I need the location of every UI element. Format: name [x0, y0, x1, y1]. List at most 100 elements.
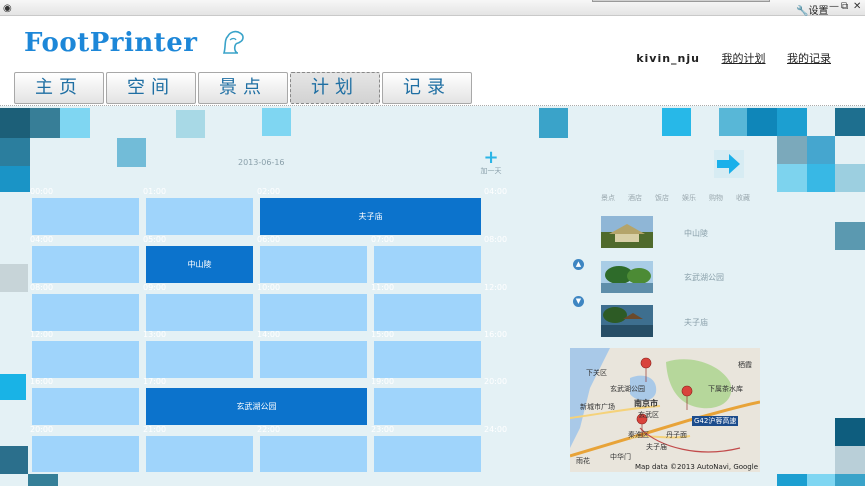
- hour-label: 17:00: [143, 377, 167, 386]
- event-block[interactable]: 玄武湖公园: [146, 388, 367, 425]
- my-plans-link[interactable]: 我的计划: [722, 52, 766, 65]
- tab-plan[interactable]: 计划: [290, 72, 380, 104]
- arrow-right-icon[interactable]: [714, 150, 744, 178]
- filter-favorites[interactable]: 收藏: [736, 193, 763, 203]
- time-slot[interactable]: [32, 198, 139, 235]
- filter-restaurants[interactable]: 饭店: [655, 193, 682, 203]
- username[interactable]: kivin_nju: [636, 52, 700, 65]
- hour-label: 08:00: [484, 235, 508, 244]
- time-slot[interactable]: [32, 246, 139, 283]
- tab-home[interactable]: 主页: [14, 72, 104, 104]
- hour-label: 00:00: [30, 187, 54, 196]
- category-filters: 景点 酒店 饭店 娱乐 购物 收藏: [601, 193, 763, 203]
- hour-label: 12:00: [30, 330, 54, 339]
- chevron-up-icon[interactable]: ▲: [573, 259, 584, 270]
- time-slot[interactable]: [32, 294, 139, 331]
- hour-label: 24:00: [484, 425, 508, 434]
- time-slot[interactable]: [146, 198, 253, 235]
- map-label: 下属茶水库: [708, 385, 743, 393]
- time-slot[interactable]: [146, 341, 253, 378]
- time-slot[interactable]: [374, 246, 481, 283]
- map-label: 中华门: [610, 453, 631, 461]
- settings-button[interactable]: 🔧设置: [796, 2, 828, 17]
- event-block[interactable]: 夫子庙: [260, 198, 481, 235]
- attraction-name[interactable]: 玄武湖公园: [684, 272, 724, 283]
- filter-hotels[interactable]: 酒店: [628, 193, 655, 203]
- minimize-button[interactable]: —: [829, 1, 839, 12]
- tab-space[interactable]: 空间: [106, 72, 196, 104]
- tab-attractions[interactable]: 景点: [198, 72, 288, 104]
- hour-label: 19:00: [371, 377, 395, 386]
- event-block[interactable]: 中山陵: [146, 246, 253, 283]
- hour-label: 09:00: [143, 283, 167, 292]
- attraction-thumbnail[interactable]: [601, 305, 653, 337]
- time-slot[interactable]: [260, 341, 367, 378]
- attraction-name[interactable]: 夫子庙: [684, 317, 708, 328]
- time-slot[interactable]: [374, 436, 481, 472]
- add-day-button[interactable]: + 加一天: [478, 147, 504, 176]
- map-label: 新城市广场: [580, 403, 615, 411]
- logo-text: FootPrinter: [24, 28, 198, 58]
- map-label: 栖霞: [738, 361, 752, 369]
- plus-icon: +: [483, 147, 499, 168]
- time-slot[interactable]: [260, 294, 367, 331]
- time-slot[interactable]: [374, 294, 481, 331]
- map-label: 秦淮区: [628, 431, 649, 439]
- maximize-button[interactable]: ⧉: [841, 1, 848, 12]
- title-drag-handle[interactable]: [592, 0, 770, 2]
- map-label: 夫子庙: [646, 443, 667, 451]
- eye-icon[interactable]: ◉: [3, 3, 12, 14]
- map-label: 丹子面: [666, 431, 687, 439]
- tab-records[interactable]: 记录: [382, 72, 472, 104]
- map-label: 玄武区: [638, 411, 659, 419]
- hour-label: 14:00: [257, 330, 281, 339]
- hour-label: 01:00: [143, 187, 167, 196]
- hour-label: 20:00: [30, 425, 54, 434]
- time-slot[interactable]: [32, 436, 139, 472]
- hour-label: 11:00: [371, 283, 395, 292]
- my-records-link[interactable]: 我的记录: [787, 52, 831, 65]
- hour-label: 20:00: [484, 377, 508, 386]
- time-slot[interactable]: [146, 436, 253, 472]
- hour-label: 04:00: [30, 235, 54, 244]
- attraction-name[interactable]: 中山陵: [684, 228, 708, 239]
- time-slot[interactable]: [146, 294, 253, 331]
- hour-label: 13:00: [143, 330, 167, 339]
- time-slot[interactable]: [32, 388, 139, 425]
- hour-label: 05:00: [143, 235, 167, 244]
- hour-label: 07:00: [371, 235, 395, 244]
- time-slot[interactable]: [374, 388, 481, 425]
- map[interactable]: 下关区 玄武湖公园 南京市 玄武区 新城市广场 下属茶水库 栖霞 G42沪蓉高速…: [570, 348, 760, 472]
- hour-label: 15:00: [371, 330, 395, 339]
- map-credit: Map data ©2013 AutoNavi, Google: [634, 463, 758, 471]
- hour-label: 16:00: [30, 377, 54, 386]
- hour-label: 12:00: [484, 283, 508, 292]
- hour-label: 02:00: [257, 187, 281, 196]
- logo-tree-icon: [222, 30, 244, 54]
- hour-label: 08:00: [30, 283, 54, 292]
- title-bar: ◉ 🔧设置 — ⧉ ✕: [0, 0, 865, 17]
- filter-shopping[interactable]: 购物: [709, 193, 736, 203]
- attraction-thumbnail[interactable]: [601, 261, 653, 293]
- map-label: 玄武湖公园: [610, 385, 645, 393]
- hour-label: 21:00: [143, 425, 167, 434]
- time-slot[interactable]: [260, 436, 367, 472]
- filter-attractions[interactable]: 景点: [601, 193, 628, 203]
- time-slot[interactable]: [32, 341, 139, 378]
- attraction-thumbnail[interactable]: [601, 216, 653, 248]
- hour-label: 10:00: [257, 283, 281, 292]
- map-label: 下关区: [586, 369, 607, 377]
- time-slot[interactable]: [374, 341, 481, 378]
- close-button[interactable]: ✕: [853, 1, 861, 12]
- hour-label: 04:00: [484, 187, 508, 196]
- map-label: G42沪蓉高速: [692, 416, 739, 426]
- filter-entertainment[interactable]: 娱乐: [682, 193, 709, 203]
- user-links: kivin_nju 我的计划 我的记录: [618, 50, 831, 66]
- chevron-down-icon[interactable]: ▼: [573, 296, 584, 307]
- time-slot[interactable]: [260, 246, 367, 283]
- hour-label: 23:00: [371, 425, 395, 434]
- map-label: 雨花: [576, 457, 590, 465]
- header: FootPrinter kivin_nju 我的计划 我的记录 主页 空间 景点…: [0, 16, 865, 106]
- map-label: 南京市: [634, 399, 658, 408]
- schedule-date: 2013-06-16: [238, 158, 285, 167]
